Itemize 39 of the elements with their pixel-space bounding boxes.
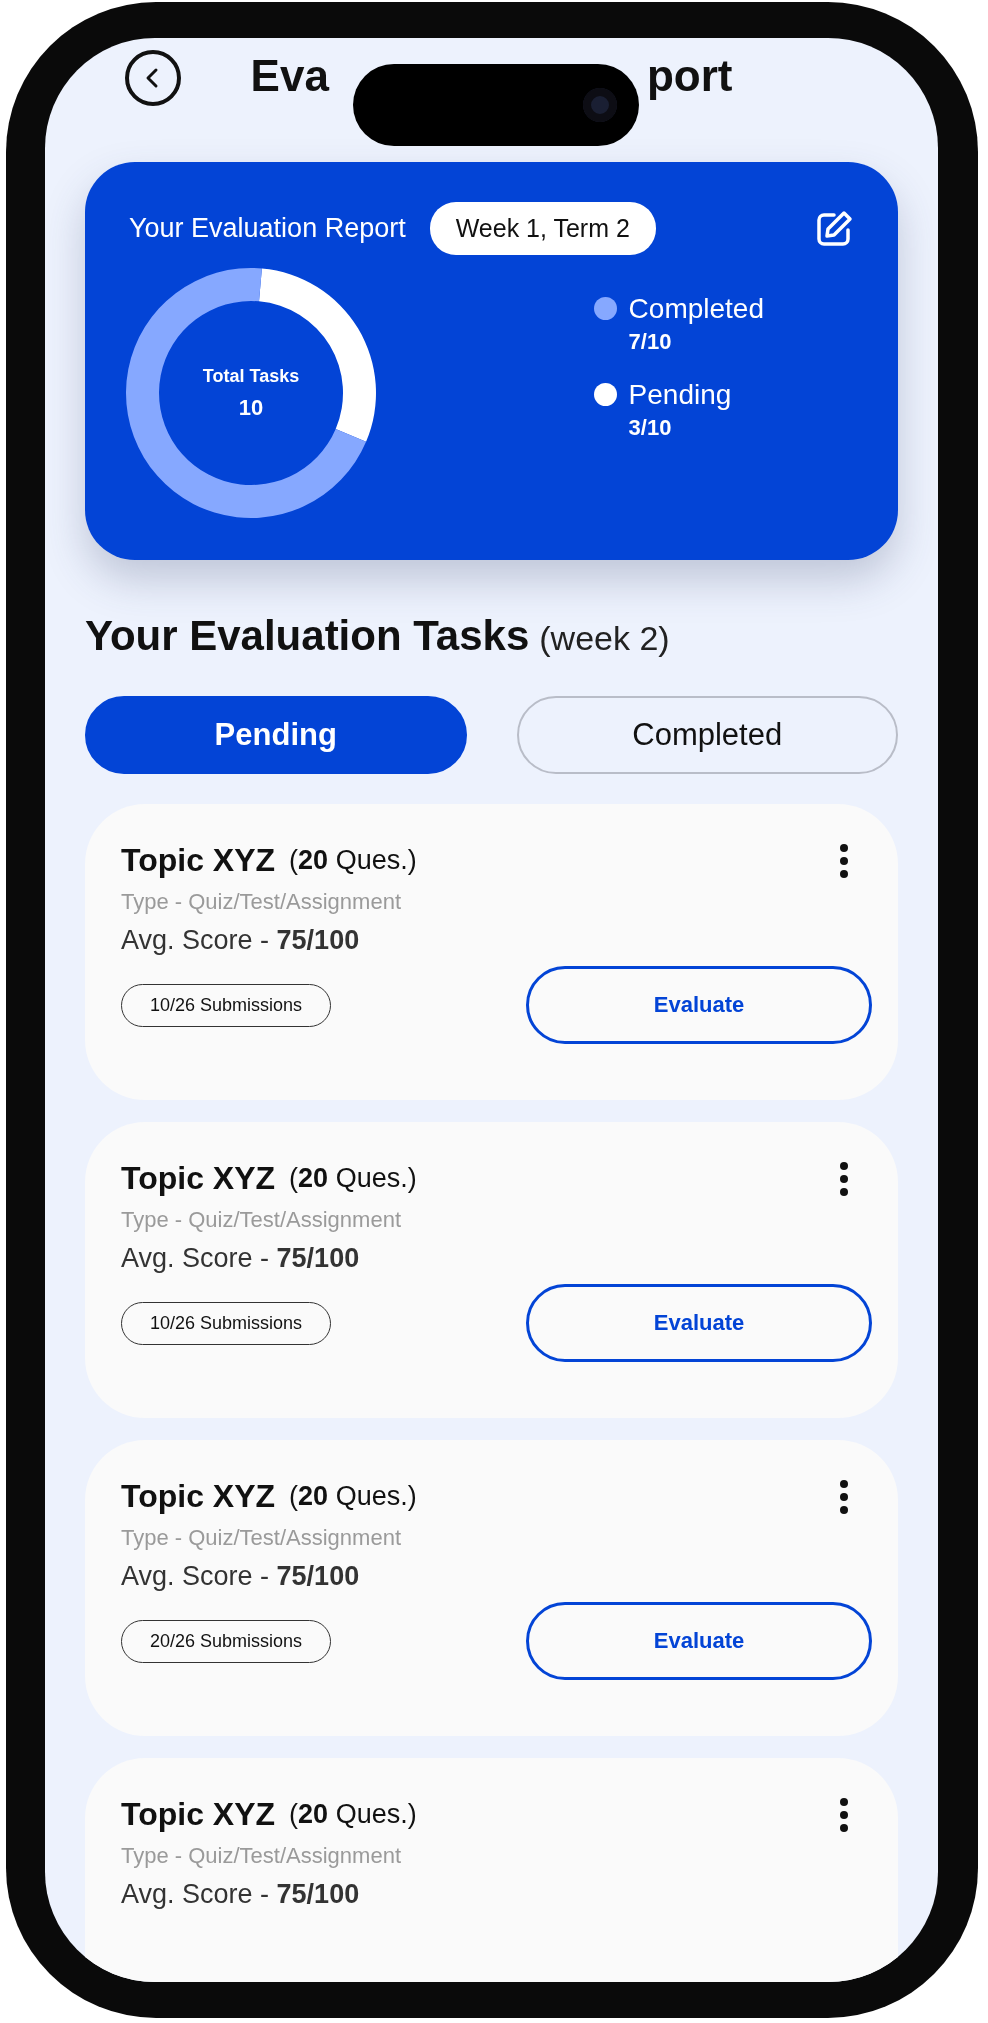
legend-label: Pending: [628, 379, 732, 411]
task-type: Type - Quiz/Test/Assignment: [121, 1843, 402, 1869]
task-title: Topic XYZ: [121, 842, 276, 879]
question-count: (20 Ques.): [289, 1481, 417, 1512]
more-icon[interactable]: [838, 842, 850, 879]
task-type: Type - Quiz/Test/Assignment: [121, 1207, 402, 1233]
task-title: Topic XYZ: [121, 1796, 276, 1833]
period-badge: Week 1, Term 2: [429, 202, 656, 255]
task-title: Topic XYZ: [121, 1160, 276, 1197]
tab[interactable]: Completed: [516, 696, 898, 774]
back-button[interactable]: [125, 50, 181, 106]
section-note: (week 2): [539, 619, 670, 658]
task-type: Type - Quiz/Test/Assignment: [121, 1525, 402, 1551]
page-title: Eva: [250, 52, 329, 101]
donut-value: 10: [238, 394, 264, 421]
average-score: Avg. Score - 75/100: [121, 1879, 361, 1910]
evaluate-button[interactable]: Evaluate: [526, 966, 872, 1044]
legend-value: 3/10: [628, 415, 673, 441]
donut-label: Total Tasks: [202, 365, 300, 387]
legend-label: Completed: [628, 293, 764, 325]
average-score: Avg. Score - 75/100: [121, 1243, 361, 1274]
edit-icon[interactable]: [814, 208, 854, 249]
report-title: Your Evaluation Report: [129, 213, 406, 244]
average-score: Avg. Score - 75/100: [121, 1561, 361, 1592]
evaluate-button[interactable]: Evaluate: [526, 1284, 872, 1362]
question-count: (20 Ques.): [289, 1799, 417, 1830]
section-title: Your Evaluation Tasks: [85, 612, 530, 660]
more-icon[interactable]: [838, 1796, 850, 1833]
more-icon[interactable]: [838, 1160, 850, 1197]
task-title: Topic XYZ: [121, 1478, 276, 1515]
more-icon[interactable]: [838, 1478, 850, 1515]
average-score: Avg. Score - 75/100: [121, 925, 361, 956]
legend-value: 7/10: [628, 329, 673, 355]
task-type: Type - Quiz/Test/Assignment: [121, 889, 402, 915]
tab[interactable]: Pending: [85, 696, 467, 774]
evaluate-button[interactable]: Evaluate: [526, 1602, 872, 1680]
question-count: (20 Ques.): [289, 845, 417, 876]
page-title: port: [646, 52, 733, 101]
question-count: (20 Ques.): [289, 1163, 417, 1194]
